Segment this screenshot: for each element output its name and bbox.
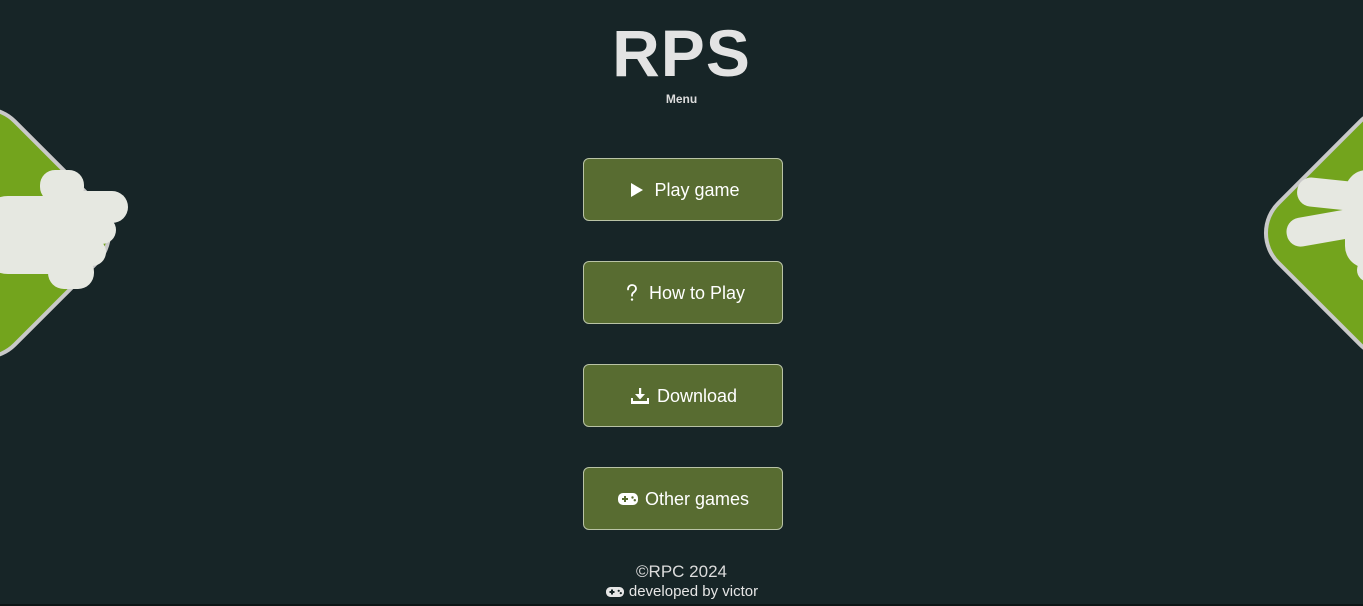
question-icon (621, 283, 643, 303)
developer-credit: developed by victor (605, 582, 758, 602)
app-title: RPS (612, 16, 751, 90)
other-games-button[interactable]: Other games (583, 467, 783, 530)
gamepad-icon (617, 489, 639, 509)
how-to-play-label: How to Play (648, 282, 746, 303)
how-to-play-button[interactable]: How to Play (583, 261, 783, 324)
main-menu: Play game How to Play Download Other gam… (583, 158, 783, 530)
footer: ©RPC 2024 developed by victor (0, 560, 1363, 603)
download-button[interactable]: Download (583, 364, 783, 427)
gamepad-icon (605, 584, 625, 600)
download-label: Download (656, 385, 738, 406)
copyright-text: ©RPC 2024 (636, 562, 727, 581)
developer-text: developed by victor (628, 583, 759, 600)
other-games-label: Other games (644, 488, 750, 509)
menu-subtitle: Menu (665, 92, 698, 106)
play-icon (626, 180, 648, 200)
download-icon (629, 386, 651, 406)
play-game-label: Play game (654, 179, 740, 200)
play-game-button[interactable]: Play game (583, 158, 783, 221)
title-area: RPS Menu (0, 14, 1363, 106)
